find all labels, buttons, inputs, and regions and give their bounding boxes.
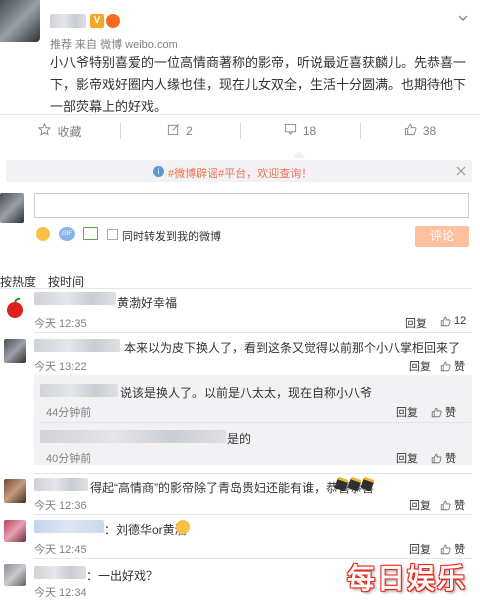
commenter-avatar[interactable] (4, 297, 26, 319)
comment-like-button[interactable]: 赞 (440, 541, 465, 557)
image-icon[interactable] (83, 227, 98, 240)
reply-like-button[interactable]: 赞 (431, 450, 456, 466)
site-watermark-logo: 每日娱乐 (346, 562, 467, 595)
commenter-avatar[interactable] (4, 564, 26, 586)
comment-text: ：刘德华or黄渤 (104, 523, 187, 537)
reply-text: 是的 (227, 432, 252, 446)
thumbs-up-icon (440, 316, 451, 326)
reply-button[interactable]: 回复 (396, 404, 418, 420)
comment-icon (284, 123, 297, 139)
emoji-icon (176, 520, 190, 534)
verified-badge-icon: V (90, 14, 104, 28)
author-avatar[interactable] (0, 0, 40, 42)
commenter-name[interactable] (34, 566, 86, 579)
comment-time: 今天 12:34 (34, 587, 87, 599)
reply-time: 44分钟前 (46, 407, 92, 419)
commenter-name[interactable] (34, 520, 104, 533)
post-source: 推荐 来自 微博 weibo.com (50, 39, 178, 51)
repost-button[interactable]: 2 (120, 120, 240, 142)
thumbs-up-icon (431, 453, 442, 463)
commenter-name[interactable] (34, 478, 88, 491)
comment-text: 黄渤好幸福 (117, 296, 178, 310)
like-button[interactable]: 38 (360, 120, 480, 142)
post-content: 小八爷特别喜爱的一位高情商著称的影帝，听说最近喜获麟儿。先恭喜一下，影帝戏好圈内… (50, 55, 467, 114)
chevron-down-icon[interactable] (458, 12, 468, 22)
author-name[interactable] (50, 14, 86, 28)
thumbs-up-icon (404, 123, 417, 139)
comment-like-button[interactable]: 赞 (440, 358, 465, 374)
reply-like-button[interactable]: 赞 (431, 404, 456, 420)
thumbs-up-icon (440, 361, 451, 371)
thumbs-up-icon (431, 407, 442, 417)
comment-text: ：一出好戏？ (86, 569, 159, 583)
reply-button[interactable]: 回复 (409, 541, 431, 557)
member-badge-icon (106, 14, 120, 28)
gif-icon[interactable]: GIF (59, 227, 75, 241)
comment-button[interactable]: 18 (240, 120, 360, 142)
replier-name[interactable] (40, 384, 118, 397)
reply-button[interactable]: 回复 (409, 358, 431, 374)
star-icon (38, 122, 52, 139)
comment-pointer (292, 151, 306, 158)
repost-label: 同时转发到我的微博 (122, 231, 221, 243)
comment-time: 今天 12:36 (34, 500, 87, 512)
info-icon: i (153, 166, 164, 177)
my-avatar (0, 193, 24, 223)
emoji-icon (334, 476, 375, 492)
emoji-icon[interactable] (36, 227, 50, 241)
comment-time: 今天 12:45 (34, 544, 87, 556)
reply-text: 说该是换人了。以前是八太太，现在自称小八爷 (120, 386, 373, 400)
comment-text: 得起“高情商”的影帝除了青岛贵妇还能有谁，恭喜恭喜 (90, 481, 374, 495)
reply-button[interactable]: 回复 (409, 497, 431, 513)
replier-name[interactable] (40, 430, 226, 443)
comment-like-button[interactable]: 赞 (440, 497, 465, 513)
reply-button[interactable]: 回复 (405, 315, 427, 331)
comment-input[interactable] (34, 193, 469, 218)
comment-time: 今天 12:35 (34, 318, 87, 330)
favorite-button[interactable]: 收藏 (0, 120, 120, 142)
notice-text[interactable]: #微博辟谣#平台，欢迎查询！ (168, 165, 312, 181)
repost-icon (167, 123, 180, 139)
comment-time: 今天 13:22 (34, 361, 87, 373)
reply-time: 40分钟前 (46, 453, 92, 465)
commenter-avatar[interactable] (4, 520, 26, 542)
comment-like-button[interactable]: 12 (440, 315, 466, 327)
commenter-name[interactable] (34, 339, 120, 352)
thumbs-up-icon (440, 500, 451, 510)
comment-text: 本来以为皮下换人了，看到这条又觉得以前那个小八掌柜回来了 (124, 341, 461, 355)
commenter-avatar[interactable] (4, 479, 26, 503)
thumbs-up-icon (440, 544, 451, 554)
commenter-avatar[interactable] (4, 339, 26, 363)
submit-comment-button[interactable]: 评论 (415, 226, 469, 247)
repost-checkbox[interactable] (107, 229, 118, 240)
commenter-name[interactable] (34, 292, 116, 305)
close-icon[interactable] (456, 165, 466, 176)
reply-button[interactable]: 回复 (396, 450, 418, 466)
